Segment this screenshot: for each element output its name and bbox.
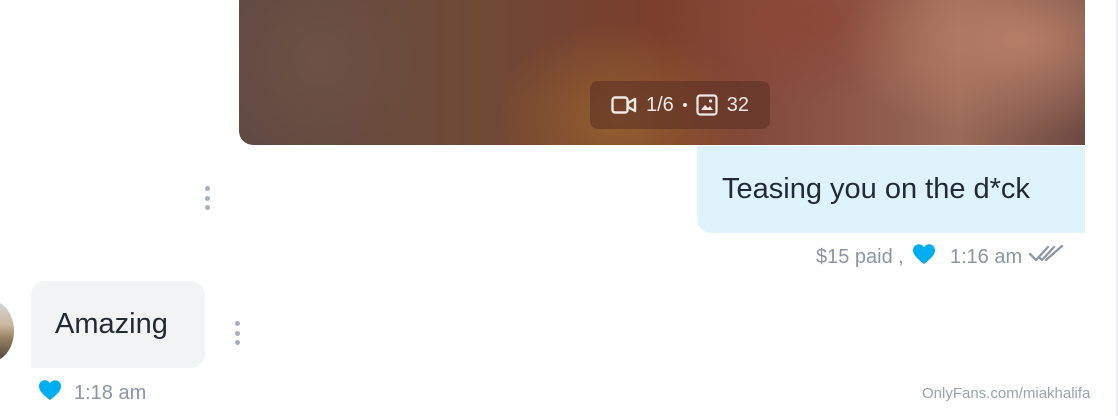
incoming-message-bubble[interactable]: Amazing [31,281,205,368]
chat-thread: 1/6 32 Teasing you on the d*ck $15 paid … [0,0,1118,416]
price-status: $15 paid , [816,245,904,268]
more-vertical-icon[interactable] [234,321,240,345]
video-count: 1/6 [645,93,674,116]
avatar[interactable] [0,300,14,362]
separator-dot [682,103,687,107]
outgoing-message-bubble[interactable]: Teasing you on the d*ck [697,146,1085,233]
locked-media-preview[interactable]: 1/6 32 [239,0,1085,145]
photo-count: 32 [726,93,750,116]
outgoing-message-text: Teasing you on the d*ck [722,173,1030,205]
heart-icon[interactable] [38,379,62,407]
media-counter: 1/6 32 [590,81,770,129]
watermark: OnlyFans.com/miakhalifa [922,385,1091,402]
double-check-icon [1028,244,1064,270]
more-vertical-icon[interactable] [204,186,210,210]
incoming-message-meta: 1:18 am [38,378,146,408]
outgoing-message-meta: $15 paid , 1:16 am [816,240,1064,274]
incoming-message-time: 1:18 am [74,381,147,404]
outgoing-message-time: 1:16 am [949,245,1023,268]
video-camera-icon [611,95,637,115]
incoming-message-text: Amazing [55,308,168,340]
image-icon [696,94,718,116]
heart-icon[interactable] [912,243,936,271]
